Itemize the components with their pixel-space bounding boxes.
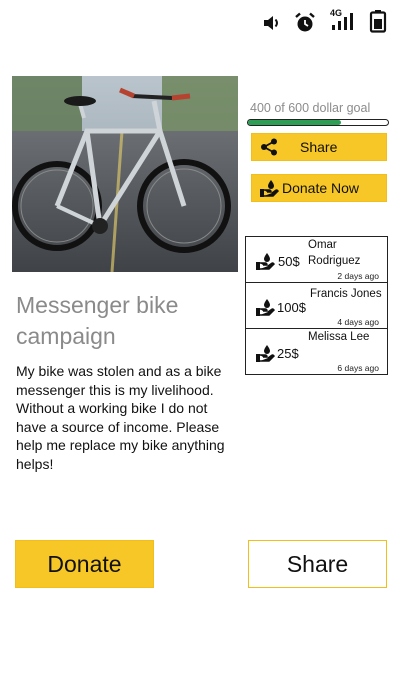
donor-time: 4 days ago <box>337 317 379 327</box>
donor-name: Francis Jones <box>310 288 382 300</box>
signal-icon: 4G <box>330 8 356 30</box>
share-button-label: Share <box>300 139 338 155</box>
donate-hand-icon <box>255 251 277 273</box>
donor-name: Omar Rodriguez <box>308 239 361 267</box>
bicycle-photo <box>12 76 238 272</box>
share-icon <box>258 136 280 158</box>
goal-text: 400 of 600 dollar goal <box>250 101 371 115</box>
donor-item: 50$ Omar Rodriguez 2 days ago <box>245 236 388 283</box>
campaign-title: Messenger bike campaign <box>16 292 179 349</box>
donor-amount: 100$ <box>277 300 306 315</box>
share-bottom-button[interactable]: Share <box>248 540 387 588</box>
svg-text:4G: 4G <box>330 8 342 18</box>
donate-hand-icon <box>255 343 277 365</box>
campaign-description: My bike was stolen and as a bike messeng… <box>16 363 225 472</box>
donate-button[interactable]: Donate <box>15 540 154 588</box>
campaign-photo <box>12 76 238 272</box>
donor-amount: 50$ <box>278 254 300 269</box>
goal-progress-fill <box>248 120 342 125</box>
share-button[interactable]: Share <box>251 133 387 161</box>
donor-item: 100$ Francis Jones 4 days ago <box>245 282 388 329</box>
donor-list: 50$ Omar Rodriguez 2 days ago 100$ Franc… <box>245 236 388 375</box>
donor-name: Melissa Lee <box>308 331 370 343</box>
donor-amount: 25$ <box>277 346 299 361</box>
donate-hand-icon <box>255 297 277 319</box>
donor-time: 6 days ago <box>337 363 379 373</box>
battery-icon <box>369 9 387 33</box>
donate-hand-icon <box>258 177 280 199</box>
goal-progress-bar <box>247 119 389 126</box>
volume-icon <box>262 14 282 36</box>
donate-now-button[interactable]: Donate Now <box>251 174 387 202</box>
donor-item: 25$ Melissa Lee 6 days ago <box>245 328 388 375</box>
alarm-icon <box>294 12 316 34</box>
donor-time: 2 days ago <box>337 271 379 281</box>
donate-now-label: Donate Now <box>282 180 360 196</box>
